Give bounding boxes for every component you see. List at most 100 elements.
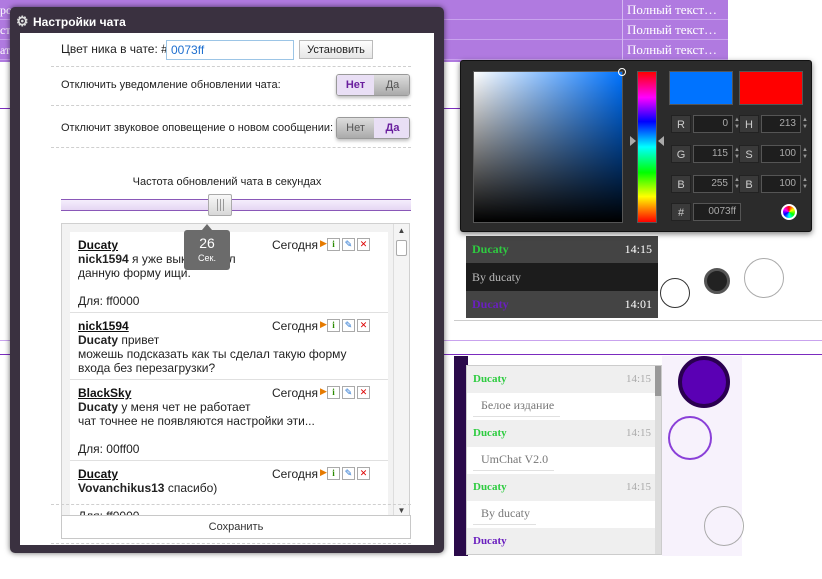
message-actions: ▶ i ✎ ✕ xyxy=(320,386,372,400)
reply-arrow-icon[interactable]: ▶ xyxy=(320,319,327,332)
edit-icon[interactable]: ✎ xyxy=(342,238,355,251)
toggle-yes[interactable]: Да xyxy=(374,118,409,138)
nick-color-input[interactable] xyxy=(166,40,294,60)
delete-icon[interactable]: ✕ xyxy=(357,467,370,480)
delete-icon[interactable]: ✕ xyxy=(357,238,370,251)
background-chat-dark: Ducaty 14:15 By ducaty Ducaty 14:01 xyxy=(466,236,658,318)
message-item: Ducaty Сегодня ▶ i ✎ ✕ Vovanchikus13 спасибо) Д… xyxy=(70,461,388,518)
toggle-no[interactable]: Нет xyxy=(337,118,374,138)
red-value[interactable]: 0 xyxy=(693,115,733,133)
info-icon[interactable]: i xyxy=(327,386,340,399)
info-icon[interactable]: i xyxy=(327,467,340,480)
spinner-icon[interactable]: ▲ ▼ xyxy=(802,117,808,131)
hue-arrow-left-icon[interactable] xyxy=(630,136,636,146)
chat-message: By ducaty xyxy=(473,500,536,525)
message-date: Сегодня xyxy=(272,386,318,400)
chat-nick[interactable]: Ducaty xyxy=(473,373,507,385)
hex-value[interactable]: 0073ff xyxy=(693,203,741,221)
info-icon[interactable]: i xyxy=(327,319,340,332)
chat-nick[interactable]: Ducaty xyxy=(473,427,507,439)
delete-icon[interactable]: ✕ xyxy=(357,386,370,399)
message-date: Сегодня xyxy=(272,319,318,333)
blue-value[interactable]: 255 xyxy=(693,175,733,193)
background-divider xyxy=(454,320,822,321)
delete-icon[interactable]: ✕ xyxy=(357,319,370,332)
set-color-button[interactable]: Установить xyxy=(299,40,373,59)
chat-nick[interactable]: Ducaty xyxy=(473,481,507,493)
hue-slider[interactable] xyxy=(630,71,664,223)
toggle-no[interactable]: Нет xyxy=(337,75,374,95)
reply-arrow-icon[interactable]: ▶ xyxy=(320,386,327,399)
recipient-nick[interactable]: Vovanchikus13 xyxy=(78,481,164,495)
green-value[interactable]: 115 xyxy=(693,145,733,163)
hue-arrow-right-icon[interactable] xyxy=(658,136,664,146)
message-line: чат точнее не появляются настройки эти..… xyxy=(78,414,315,428)
saturation-brightness-field[interactable] xyxy=(473,68,626,223)
sound-toggle[interactable]: Нет Да xyxy=(336,117,410,139)
dialog-title: Настройки чата xyxy=(33,15,126,29)
message-author[interactable]: nick1594 xyxy=(78,319,129,333)
chat-row: UmChat V2.0 xyxy=(467,446,661,474)
message-line: у меня чет не работает xyxy=(118,400,251,414)
recipient-nick[interactable]: Ducaty xyxy=(78,333,118,347)
blue-label: B xyxy=(671,175,691,193)
toggle-yes[interactable]: Да xyxy=(374,75,409,95)
color-selector-marker[interactable] xyxy=(618,68,626,76)
separator xyxy=(51,147,411,148)
edit-icon[interactable]: ✎ xyxy=(342,467,355,480)
message-date: Сегодня xyxy=(272,238,318,252)
brightness-value[interactable]: 100 xyxy=(761,175,801,193)
frequency-slider-track[interactable] xyxy=(61,199,411,211)
messages-scrollbar[interactable]: ▲ ▼ xyxy=(393,224,409,518)
chat-scrollbar[interactable] xyxy=(655,366,661,554)
info-icon[interactable]: i xyxy=(327,238,340,251)
frequency-slider-handle[interactable] xyxy=(207,194,232,216)
recipient-nick[interactable]: Ducaty xyxy=(78,400,118,414)
reply-arrow-icon[interactable]: ▶ xyxy=(320,238,327,251)
chat-nick[interactable]: Ducaty xyxy=(473,535,507,547)
chat-row: Белое издание xyxy=(467,392,661,420)
message-text: чат точнее не появляются настройки эти..… xyxy=(78,414,382,428)
grip-line xyxy=(216,199,218,211)
message-item: BlackSky Сегодня ▶ i ✎ ✕ Ducaty у меня чет не … xyxy=(70,380,388,461)
chat-nick[interactable]: Ducaty xyxy=(472,242,509,256)
chat-row: By ducaty xyxy=(467,500,661,528)
dialog-title-bar[interactable]: ⚙ Настройки чата xyxy=(16,11,126,31)
message-line: можешь подсказать как ты сделал такую фо… xyxy=(78,347,347,361)
frequency-unit: Сек. xyxy=(198,253,216,263)
reply-arrow-icon[interactable]: ▶ xyxy=(320,467,327,480)
edit-icon[interactable]: ✎ xyxy=(342,386,355,399)
scroll-up-icon[interactable]: ▲ xyxy=(394,224,409,238)
background-link[interactable]: Полный текст… xyxy=(623,40,728,60)
background-link[interactable]: Полный текст… xyxy=(623,0,728,20)
message-text: входа без перезагрузки? xyxy=(78,361,382,375)
background-right-column: Полный текст… Полный текст… Полный текст… xyxy=(622,0,728,62)
spinner-icon[interactable]: ▲ ▼ xyxy=(802,147,808,161)
current-color-swatch[interactable] xyxy=(739,71,803,105)
spinner-icon[interactable]: ▲ ▼ xyxy=(802,177,808,191)
saturation-value[interactable]: 100 xyxy=(761,145,801,163)
message-actions: ▶ i ✎ ✕ xyxy=(320,467,372,481)
chat-nick[interactable]: Ducaty xyxy=(472,297,509,311)
color-picker: R 0 ▲ ▼ G 115 ▲ ▼ B 255 ▲ ▼ H 213 ▲ ▼ S 100 … xyxy=(460,60,812,232)
message-author[interactable]: Ducaty xyxy=(78,238,118,252)
save-button[interactable]: Сохранить xyxy=(61,515,411,539)
color-wheel-icon[interactable] xyxy=(781,204,797,220)
hue-value[interactable]: 213 xyxy=(761,115,801,133)
message-author[interactable]: Ducaty xyxy=(78,467,118,481)
saturation-label: S xyxy=(739,145,759,163)
message-author[interactable]: BlackSky xyxy=(78,386,131,400)
chat-message: By ducaty xyxy=(472,270,521,284)
edit-icon[interactable]: ✎ xyxy=(342,319,355,332)
chat-row: Ducaty 14:15 xyxy=(467,366,661,393)
scroll-thumb[interactable] xyxy=(396,240,407,256)
background-link[interactable]: Полный текст… xyxy=(623,20,728,40)
scroll-thumb[interactable] xyxy=(655,366,661,396)
recipient-nick[interactable]: nick1594 xyxy=(78,252,129,266)
chat-time: 14:15 xyxy=(624,242,652,256)
message-line: привет xyxy=(118,333,160,347)
dialog-body: Цвет ника в чате: # Установить Отключить… xyxy=(20,33,434,545)
notify-toggle[interactable]: Нет Да xyxy=(336,74,410,96)
chat-row: Ducaty 14:15 xyxy=(467,474,661,501)
separator xyxy=(51,504,411,505)
